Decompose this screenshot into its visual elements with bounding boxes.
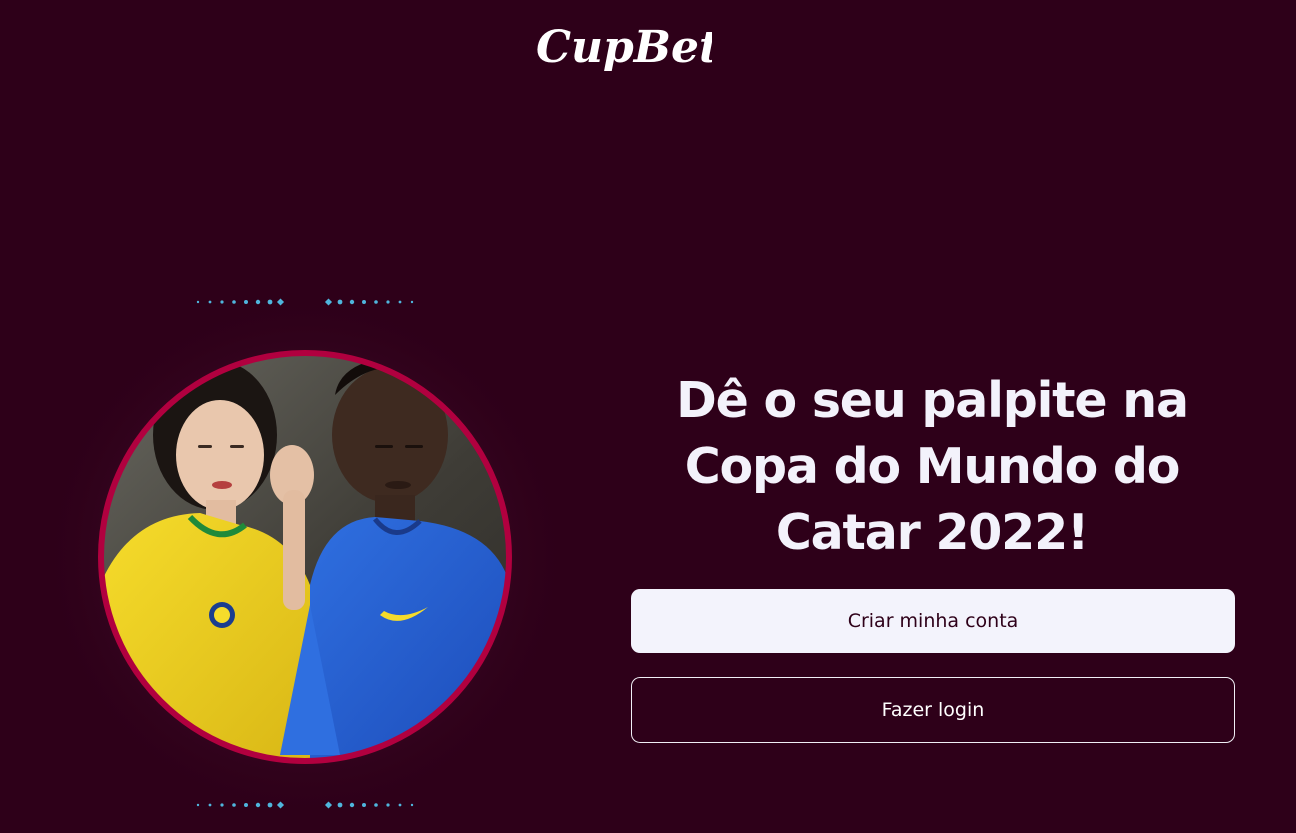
login-button[interactable]: Fazer login	[631, 677, 1235, 743]
landing-page: CupBet Dê o seu palpite na Copa do Mundo…	[0, 0, 1296, 833]
cupbet-logo[interactable]: CupBet	[532, 2, 712, 74]
create-account-label: Criar minha conta	[847, 610, 1019, 632]
hero-image	[40, 289, 573, 825]
create-account-button[interactable]: Criar minha conta	[631, 589, 1235, 653]
login-label: Fazer login	[881, 699, 985, 721]
hero-headline: Dê o seu palpite na Copa do Mundo do Cat…	[676, 372, 1189, 561]
logo-text: CupBet	[536, 22, 712, 73]
